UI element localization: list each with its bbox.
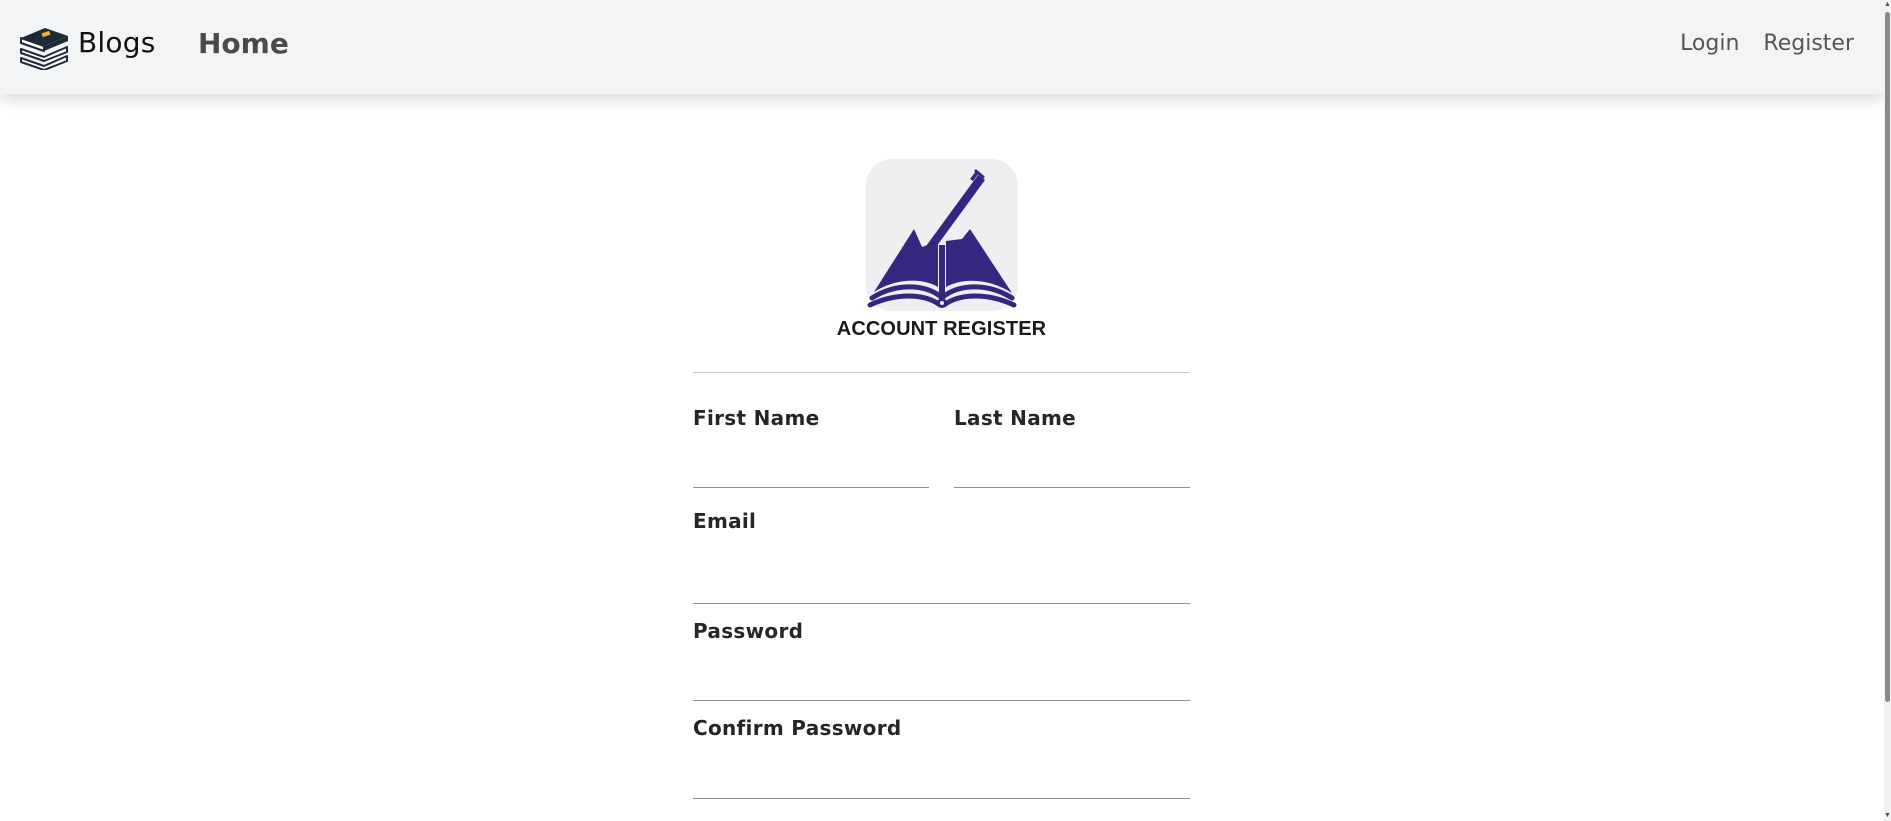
top-navbar: Blogs Home Login Register	[0, 0, 1884, 94]
nav-login-link[interactable]: Login	[1680, 31, 1739, 56]
email-field[interactable]	[693, 570, 1190, 604]
email-label: Email	[693, 509, 757, 533]
password-field[interactable]	[693, 667, 1190, 701]
auth-nav: Login Register	[1680, 31, 1854, 56]
page-scrollbar[interactable]: ▲ ▼	[1884, 0, 1891, 821]
confirm-password-label: Confirm Password	[693, 716, 902, 740]
first-name-label: First Name	[693, 406, 820, 430]
book-and-pen-icon	[867, 169, 1017, 308]
nav-home-link[interactable]: Home	[198, 27, 289, 60]
password-label: Password	[693, 619, 804, 643]
last-name-field[interactable]	[954, 454, 1190, 488]
first-name-field[interactable]	[693, 454, 929, 488]
scroll-up-arrow-icon[interactable]: ▲	[1884, 1, 1891, 9]
nav-register-link[interactable]: Register	[1763, 31, 1854, 56]
book-stack-icon	[20, 28, 68, 70]
last-name-label: Last Name	[954, 406, 1077, 430]
scrollbar-thumb[interactable]	[1885, 12, 1890, 702]
brand-name: Blogs	[78, 25, 156, 59]
form-title: ACCOUNT REGISTER	[836, 318, 1047, 340]
brand-link[interactable]: Blogs	[18, 22, 155, 72]
confirm-password-field[interactable]	[693, 765, 1190, 799]
scroll-down-arrow-icon[interactable]: ▼	[1884, 812, 1891, 820]
register-logo	[866, 159, 1018, 311]
title-divider	[693, 372, 1190, 373]
